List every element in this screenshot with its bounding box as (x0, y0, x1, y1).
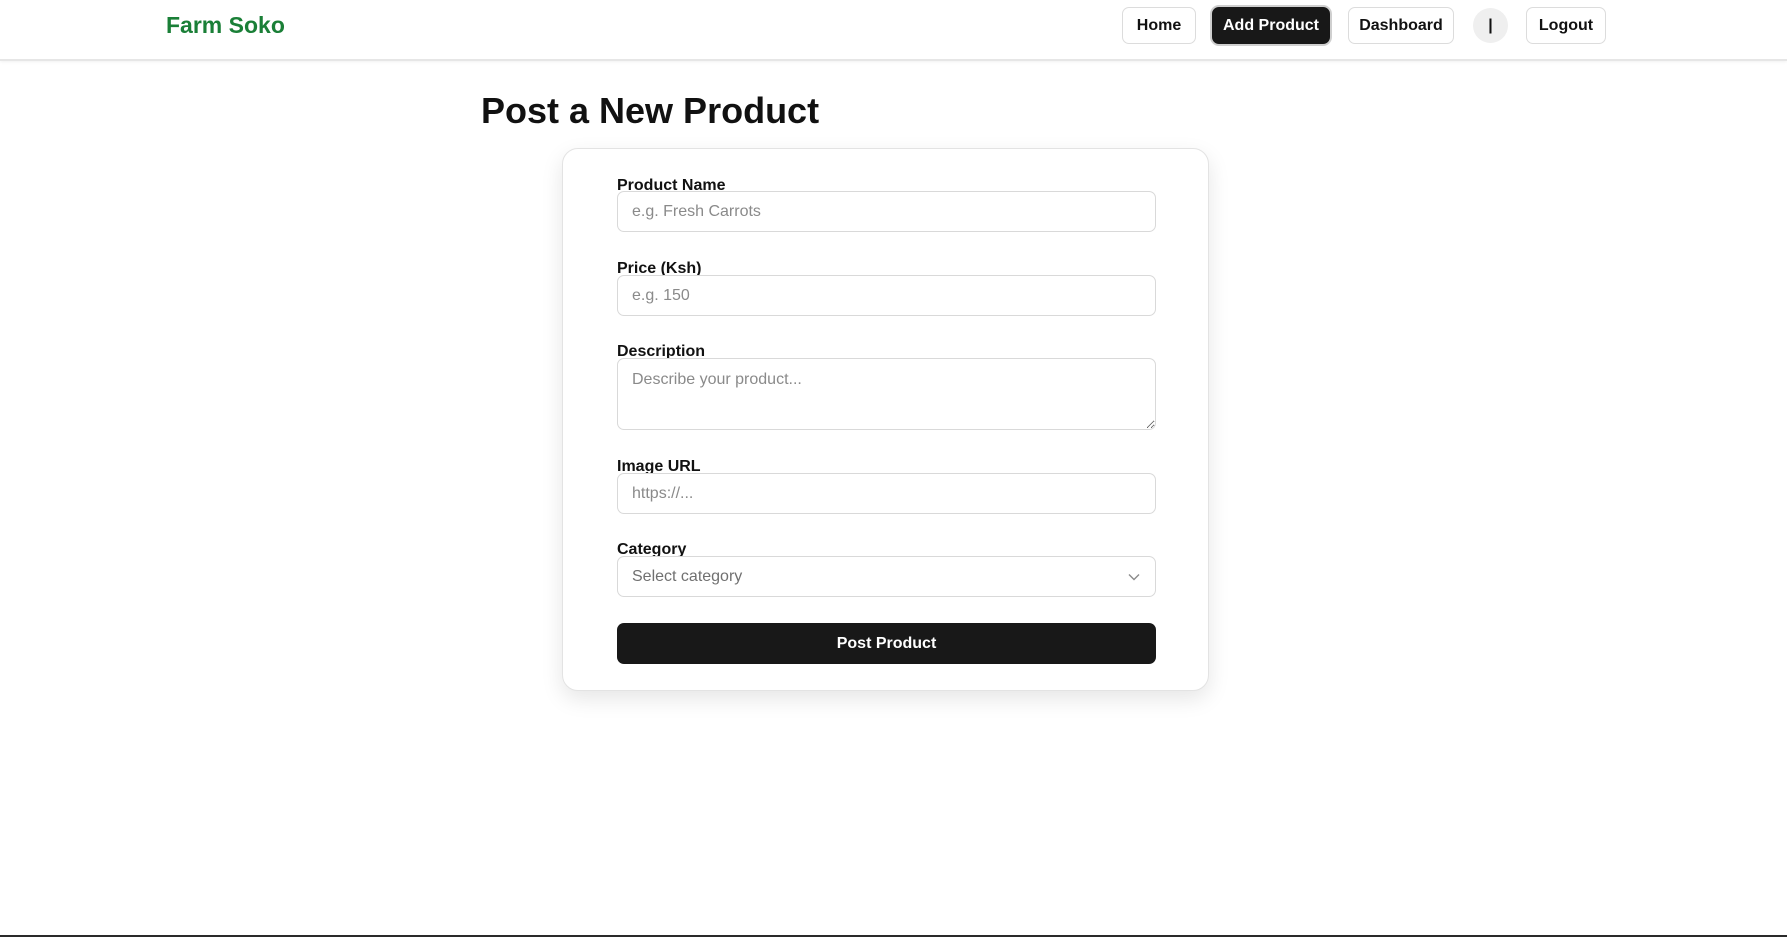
add-product-form: Product Name Price (Ksh) Description Ima… (562, 148, 1209, 691)
nav-home-button[interactable]: Home (1122, 7, 1196, 44)
category-selected-value: Select category (632, 567, 743, 585)
nav-add-product-button[interactable]: Add Product (1212, 7, 1330, 44)
brand-logo[interactable]: Farm Soko (166, 12, 285, 38)
image-url-input[interactable] (617, 473, 1156, 514)
price-input[interactable] (617, 275, 1156, 316)
chevron-down-icon (1127, 570, 1141, 584)
category-select[interactable]: Select category (617, 556, 1156, 597)
user-avatar[interactable]: | (1473, 8, 1508, 43)
product-name-input[interactable] (617, 191, 1156, 232)
nav-dashboard-button[interactable]: Dashboard (1348, 7, 1454, 44)
page-title: Post a New Product (481, 90, 820, 131)
post-product-button[interactable]: Post Product (617, 623, 1156, 664)
logout-button[interactable]: Logout (1526, 7, 1606, 44)
description-textarea[interactable] (617, 358, 1156, 430)
top-navbar: Farm Soko Home Add Product Dashboard | L… (0, 0, 1787, 61)
